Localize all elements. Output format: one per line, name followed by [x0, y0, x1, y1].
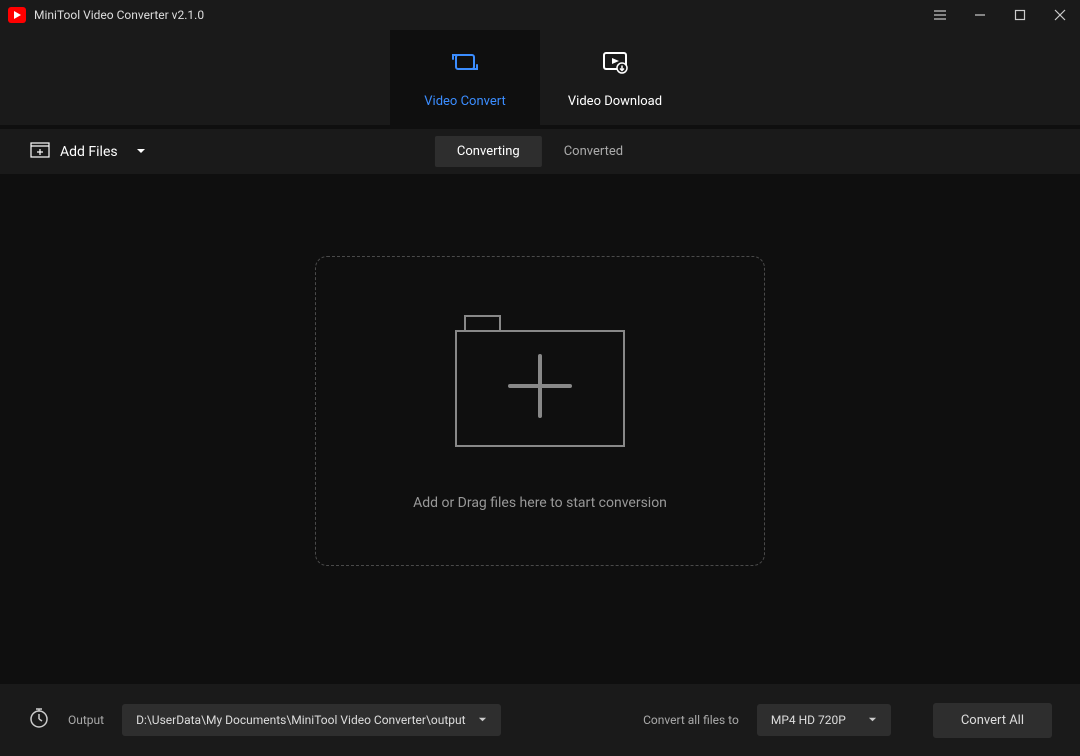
- sub-bar: Add Files Converting Converted: [0, 129, 1080, 174]
- top-tabs: Video Convert Video Download: [0, 30, 1080, 125]
- drop-text: Add or Drag files here to start conversi…: [413, 495, 667, 511]
- timer-icon[interactable]: [28, 707, 50, 733]
- bottom-bar: Output D:\UserData\My Documents\MiniTool…: [0, 684, 1080, 756]
- dropdown-icon: [478, 713, 487, 727]
- close-button[interactable]: [1040, 0, 1080, 30]
- menu-button[interactable]: [920, 0, 960, 30]
- download-icon: [599, 46, 631, 82]
- sub-tabs: Converting Converted: [435, 136, 645, 167]
- tab-label: Video Convert: [424, 94, 505, 109]
- dropdown-icon: [868, 713, 877, 727]
- minimize-button[interactable]: [960, 0, 1000, 30]
- folder-add-icon: [455, 311, 625, 455]
- title-bar: MiniTool Video Converter v2.1.0: [0, 0, 1080, 30]
- app-icon: [8, 7, 26, 23]
- window-controls: [920, 0, 1080, 30]
- drop-zone[interactable]: Add or Drag files here to start conversi…: [315, 256, 765, 566]
- convert-all-button[interactable]: Convert All: [933, 703, 1052, 738]
- format-selector[interactable]: MP4 HD 720P: [757, 704, 891, 736]
- add-files-label: Add Files: [60, 144, 118, 160]
- maximize-button[interactable]: [1000, 0, 1040, 30]
- output-path-selector[interactable]: D:\UserData\My Documents\MiniTool Video …: [122, 704, 501, 736]
- tab-label: Video Download: [568, 94, 662, 109]
- title-left: MiniTool Video Converter v2.1.0: [8, 7, 204, 23]
- format-text: MP4 HD 720P: [771, 713, 846, 727]
- add-files-icon: [30, 142, 50, 162]
- convert-all-label: Convert all files to: [643, 713, 739, 727]
- output-path-text: D:\UserData\My Documents\MiniTool Video …: [136, 713, 466, 727]
- add-files-button[interactable]: Add Files: [30, 142, 146, 162]
- tab-converted[interactable]: Converted: [542, 136, 645, 167]
- tab-converting[interactable]: Converting: [435, 136, 542, 167]
- tab-video-download[interactable]: Video Download: [540, 30, 690, 125]
- dropdown-icon: [136, 144, 146, 160]
- convert-icon: [449, 46, 481, 82]
- window-title: MiniTool Video Converter v2.1.0: [34, 8, 204, 22]
- output-label: Output: [68, 713, 104, 727]
- main-area: Add or Drag files here to start conversi…: [0, 178, 1080, 684]
- tab-video-convert[interactable]: Video Convert: [390, 30, 540, 125]
